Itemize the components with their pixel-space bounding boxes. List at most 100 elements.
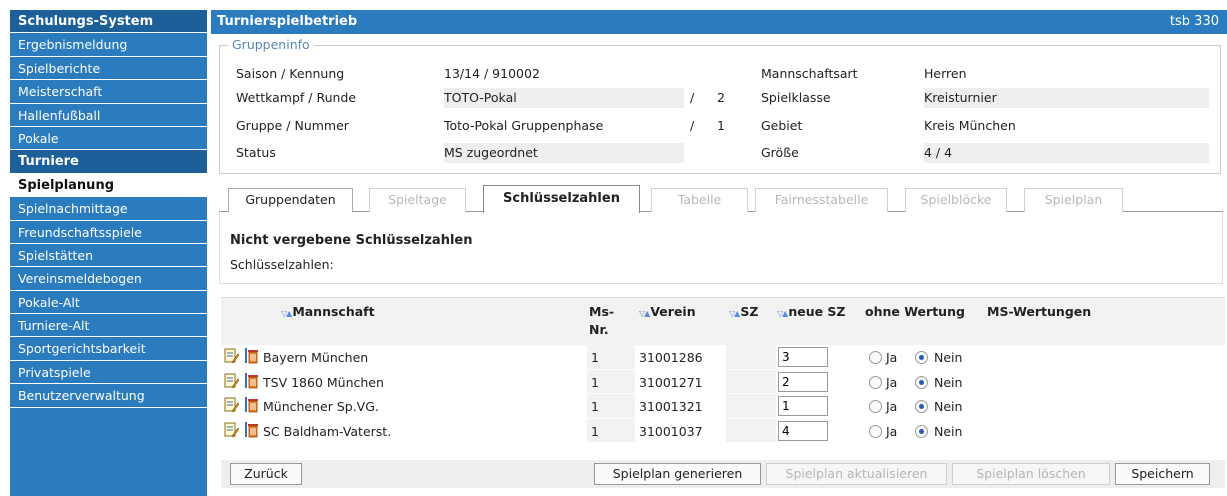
ja-label: Ja — [886, 350, 898, 365]
edit-icon[interactable] — [223, 397, 240, 413]
nummer-separator: / — [690, 118, 695, 133]
edit-icon[interactable] — [223, 348, 240, 364]
sidebar-item-pokale-alt[interactable]: Pokale-Alt — [10, 291, 207, 315]
ms-nr: 1 — [591, 374, 599, 390]
sidebar-item-hallenfussball[interactable]: Hallenfußball — [10, 104, 207, 127]
update-schedule-button[interactable]: Spielplan aktualisieren — [766, 463, 947, 485]
gruppe-label: Gruppe / Nummer — [236, 118, 349, 133]
col-neue-sz[interactable]: ▽▲neue SZ — [777, 304, 845, 319]
team-name: Münchener Sp.VG. — [263, 399, 379, 414]
sidebar-item-turniere[interactable]: Turniere — [10, 150, 207, 174]
neue-sz-input[interactable] — [778, 347, 828, 367]
trash-icon[interactable] — [245, 348, 261, 364]
sidebar-item-spielplanung[interactable]: Spielplanung — [10, 173, 207, 198]
gruppeninfo-legend: Gruppeninfo — [228, 37, 314, 52]
sidebar-item-spielnachmittage[interactable]: Spielnachmittage — [10, 197, 207, 221]
ms-nr: 1 — [591, 399, 599, 414]
table-header: ▽▲Mannschaft Ms- Nr. ▽▲Verein ▽▲SZ ▽▲neu… — [221, 297, 1225, 345]
cell-shade — [726, 369, 776, 393]
schluesselzahlen-panel: Nicht vergebene Schlüsselzahlen Schlüsse… — [219, 212, 1223, 284]
tab-tabelle[interactable]: Tabelle — [651, 188, 748, 212]
sidebar-item-vereinsmeldebogen[interactable]: Vereinsmeldebogen — [10, 267, 207, 291]
sidebar-nav: Schulungs-System Ergebnismeldung Spielberi… — [10, 10, 207, 496]
sidebar-item-spielberichte[interactable]: Spielberichte — [10, 57, 207, 81]
status-label: Status — [236, 145, 276, 160]
nummer-value: 1 — [717, 118, 725, 133]
ja-label: Ja — [886, 374, 898, 390]
neue-sz-input[interactable] — [778, 371, 828, 392]
table-body: Bayern München 1 31001286 Ja Nein TSV 1860 Mü… — [221, 345, 1225, 443]
gruppeninfo-fieldset: Gruppeninfo Saison / Kennung 13/14 / 910… — [219, 37, 1221, 174]
sidebar-item-turniere-alt[interactable]: Turniere-Alt — [10, 314, 207, 338]
sidebar-item-schulungs-system[interactable]: Schulungs-System — [10, 10, 207, 34]
generate-schedule-button[interactable]: Spielplan generieren — [594, 463, 761, 485]
groesse-label: Größe — [761, 145, 799, 160]
ohne-wertung-nein-radio[interactable] — [915, 424, 928, 438]
trash-icon[interactable] — [245, 372, 261, 389]
sidebar-item-pokale[interactable]: Pokale — [10, 127, 207, 151]
sidebar-item-freundschaftsspiele[interactable]: Freundschaftsspiele — [10, 221, 207, 244]
tab-spielplan[interactable]: Spielplan — [1024, 188, 1123, 212]
table-row: Münchener Sp.VG. 1 31001321 Ja Nein — [221, 394, 1225, 419]
ohne-wertung-nein-radio[interactable] — [915, 400, 928, 413]
cell-shade — [726, 394, 776, 418]
app-header: Turnierspielbetrieb tsb 330 — [211, 10, 1227, 34]
spielklasse-value: Kreisturnier — [924, 88, 1209, 108]
sidebar-item-ergebnismeldung[interactable]: Ergebnismeldung — [10, 33, 207, 57]
spielklasse-label: Spielklasse — [761, 90, 831, 105]
col-ms-wertungen: MS-Wertungen — [987, 304, 1092, 319]
trash-icon[interactable] — [245, 421, 261, 438]
sidebar-item-privatspiele[interactable]: Privatspiele — [10, 361, 207, 385]
delete-schedule-button[interactable]: Spielplan löschen — [952, 463, 1110, 485]
col-sz[interactable]: ▽▲SZ — [729, 304, 758, 319]
col-verein-label: Verein — [650, 304, 696, 319]
neue-sz-input[interactable] — [778, 420, 828, 441]
saison-value: 13/14 / 910002 — [444, 66, 540, 81]
cell-shade — [726, 418, 776, 442]
sidebar-item-meisterschaft[interactable]: Meisterschaft — [10, 80, 207, 104]
ohne-wertung-nein-radio[interactable] — [915, 375, 928, 389]
ohne-wertung-ja-radio[interactable] — [869, 400, 882, 413]
runde-separator: / — [690, 90, 695, 105]
save-button[interactable]: Speichern — [1115, 463, 1210, 485]
ohne-wertung-ja-radio[interactable] — [869, 351, 882, 364]
tab-fairnesstabelle[interactable]: Fairnesstabelle — [755, 188, 888, 212]
team-name: Bayern München — [263, 350, 369, 365]
col-verein[interactable]: ▽▲Verein — [639, 304, 696, 319]
sidebar-item-spielstaetten[interactable]: Spielstätten — [10, 244, 207, 268]
sidebar-item-benutzerverwaltung[interactable]: Benutzerverwaltung — [10, 384, 207, 408]
ohne-wertung-ja-radio[interactable] — [869, 424, 882, 438]
back-button[interactable]: Zurück — [230, 463, 302, 485]
team-name: TSV 1860 München — [263, 374, 384, 390]
saison-label: Saison / Kennung — [236, 66, 345, 81]
edit-icon[interactable] — [223, 422, 240, 438]
ja-label: Ja — [886, 423, 898, 439]
status-value: MS zugeordnet — [444, 143, 684, 163]
ohne-wertung-ja-radio[interactable] — [869, 375, 882, 389]
neue-sz-input[interactable] — [778, 396, 828, 416]
col-mannschaft[interactable]: ▽▲Mannschaft — [281, 304, 375, 319]
col-mannschaft-label: Mannschaft — [292, 304, 375, 319]
tab-spielbloecke[interactable]: Spielblöcke — [905, 188, 1007, 212]
nein-label: Nein — [934, 399, 963, 414]
tab-bar: Gruppendaten Spieltage Schlüsselzahlen Tabe… — [219, 185, 1223, 213]
col-ohne-wertung: ohne Wertung — [865, 304, 965, 319]
team-table: ▽▲Mannschaft Ms- Nr. ▽▲Verein ▽▲SZ ▽▲neu… — [221, 297, 1225, 443]
nein-label: Nein — [934, 350, 963, 365]
col-msnr-line2: Nr. — [589, 322, 609, 337]
wettkampf-label: Wettkampf / Runde — [236, 90, 357, 105]
sidebar-item-sportgerichtsbarkeit[interactable]: Sportgerichtsbarkeit — [10, 337, 207, 361]
trash-icon[interactable] — [245, 397, 261, 413]
tab-schluesselzahlen[interactable]: Schlüsselzahlen — [483, 185, 640, 213]
ohne-wertung-nein-radio[interactable] — [915, 351, 928, 364]
col-msnr-line1: Ms- — [589, 304, 615, 319]
verein-nr: 31001286 — [639, 350, 703, 365]
verein-nr: 31001321 — [639, 399, 703, 414]
runde-value: 2 — [717, 90, 725, 105]
sort-arrows-icon: ▽▲ — [281, 309, 292, 318]
tab-gruppendaten[interactable]: Gruppendaten — [228, 188, 353, 212]
col-sz-label: SZ — [740, 304, 759, 319]
tab-spieltage[interactable]: Spieltage — [369, 188, 466, 212]
mannschaftsart-label: Mannschaftsart — [761, 66, 858, 81]
edit-icon[interactable] — [223, 373, 240, 389]
